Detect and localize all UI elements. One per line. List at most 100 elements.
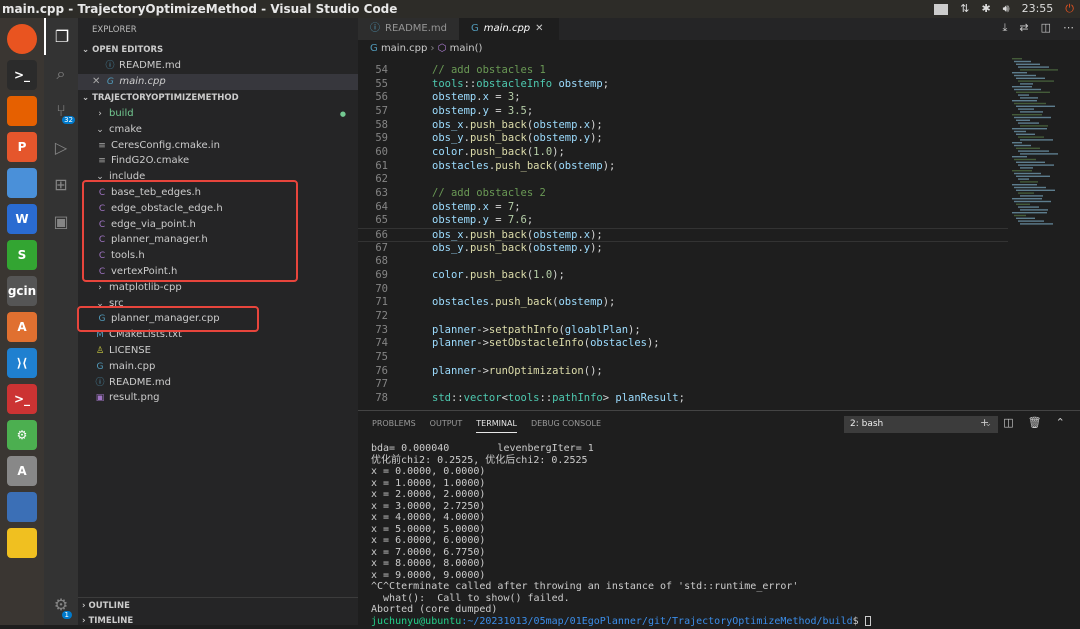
keyboard-icon[interactable]: [934, 3, 949, 15]
file-label: build: [109, 108, 134, 119]
minimap-line: [1018, 206, 1039, 208]
outline-section[interactable]: › OUTLINE: [78, 597, 358, 613]
code-token: ->: [476, 337, 489, 350]
activity-bar: ❐ ⌕ ⑂ 32 ▷ ⊞ ▣ ⚙ 1: [44, 18, 78, 625]
vscode-icon[interactable]: ⟩⟨: [7, 348, 37, 378]
tree-item-build[interactable]: › build ●: [78, 106, 358, 122]
volume-icon[interactable]: 🔊︎: [1003, 0, 1010, 18]
split-editor-icon[interactable]: ◫: [1041, 21, 1051, 35]
more-actions-icon[interactable]: ⋯: [1063, 21, 1074, 35]
line-number: 71: [375, 296, 388, 309]
maximize-panel-icon[interactable]: ⌃: [1056, 416, 1065, 429]
tab-problems[interactable]: PROBLEMS: [372, 419, 416, 437]
settings-icon[interactable]: ⚙: [7, 420, 37, 450]
close-icon[interactable]: ✕: [92, 76, 100, 87]
gcin-icon[interactable]: gcin: [7, 276, 37, 306]
tree-item-matplotlib-cpp[interactable]: › matplotlib-cpp: [78, 280, 358, 296]
open-editors-section[interactable]: ⌄ OPEN EDITORS: [78, 42, 358, 58]
editor-actions: ⤓ ⇄ ◫ ⋯: [1003, 21, 1075, 35]
minimap-line: [1018, 94, 1029, 96]
function-icon: ⬡: [437, 43, 447, 54]
code-line: 59 obs_y.push_back(obstemp.y);: [358, 132, 1008, 146]
tree-item-findg2o-cmake[interactable]: ≡ FindG2O.cmake: [78, 153, 358, 169]
tab-output[interactable]: OUTPUT: [430, 419, 463, 437]
tab-label: README.md: [385, 23, 448, 34]
debug-icon[interactable]: ▷: [44, 129, 78, 166]
power-icon[interactable]: ⏻: [1065, 0, 1074, 18]
code-token: obstemp: [558, 296, 603, 309]
tree-item-main-cpp[interactable]: Gmain.cpp: [78, 359, 358, 375]
cpp-file-icon: G: [106, 77, 114, 87]
file-label: result.png: [109, 392, 160, 404]
tree-item-result-png[interactable]: ▣ result.png: [78, 390, 358, 406]
tab-readme[interactable]: ⓘ README.md: [358, 18, 460, 40]
terminal-icon[interactable]: >_: [7, 60, 37, 90]
minimap-line: [1014, 200, 1051, 203]
tree-item-license[interactable]: ♙ LICENSE: [78, 343, 358, 359]
tree-item-readme-md[interactable]: ⓘ README.md: [78, 375, 358, 391]
terminal2-icon[interactable]: >_: [7, 384, 37, 414]
open-editor-readme[interactable]: ⓘ README.md: [78, 58, 358, 74]
minimap-line: [1014, 88, 1041, 91]
impress-icon[interactable]: P: [7, 132, 37, 162]
file-icon: ▣: [95, 393, 105, 404]
split-terminal-icon[interactable]: ◫: [1003, 416, 1013, 429]
compare-changes-icon[interactable]: ⇄: [1019, 21, 1028, 35]
breadcrumb-file[interactable]: main.cpp: [381, 43, 427, 54]
close-tab-icon[interactable]: ✕: [535, 18, 543, 40]
terminal-line: 优化前chi2: 0.2525, 优化后chi2: 0.2525: [371, 454, 588, 466]
line-source: obstacles.push_back(obstemp);: [432, 296, 615, 310]
info-icon: ⓘ: [105, 61, 115, 71]
file-label: FindG2O.cmake: [111, 155, 190, 167]
line-source: obs_y.push_back(obstemp.y);: [432, 242, 603, 256]
project-section[interactable]: ⌄ TRAJECTORYOPTIMIZEMETHOD: [78, 90, 358, 106]
minimap-line: [1016, 161, 1045, 163]
clock[interactable]: 23:55: [1022, 0, 1054, 18]
new-terminal-icon[interactable]: +: [980, 416, 989, 429]
extensions-icon[interactable]: ⊞: [44, 166, 78, 203]
file-icon: ♙: [95, 346, 105, 356]
terminal-select[interactable]: 2: bash ⌄: [844, 416, 998, 433]
stack-icon[interactable]: [7, 492, 37, 522]
minimap-line: [1014, 172, 1041, 175]
ubuntu-icon[interactable]: [7, 24, 37, 54]
tab-debug-console[interactable]: DEBUG CONSOLE: [531, 419, 601, 437]
code-token: ::: [539, 392, 553, 405]
calc-icon[interactable]: S: [7, 240, 37, 270]
tree-item-cmake[interactable]: ⌄ cmake: [78, 122, 358, 138]
minimap-line: [1012, 170, 1032, 172]
settings-icon[interactable]: ⚙ 1: [44, 586, 78, 623]
breadcrumb-symbol[interactable]: main(): [450, 43, 483, 54]
source-control-icon[interactable]: ⑂ 32: [44, 92, 78, 129]
code-token: =: [488, 105, 508, 117]
line-number: 54: [375, 64, 388, 76]
files-icon[interactable]: [7, 168, 37, 198]
timeline-section[interactable]: › TIMELINE: [78, 613, 358, 629]
tab-terminal[interactable]: TERMINAL: [476, 419, 517, 433]
writer-icon[interactable]: W: [7, 204, 37, 234]
remote-explorer-icon[interactable]: ▣: [44, 203, 78, 240]
code-token: 1.0: [533, 146, 553, 159]
bluetooth-icon[interactable]: ✱: [981, 0, 990, 18]
minimap[interactable]: [1008, 58, 1080, 238]
tree-item-ceresconfig-cmake-in[interactable]: ≡ CeresConfig.cmake.in: [78, 138, 358, 154]
trash-icon[interactable]: 🗑︎: [1028, 416, 1042, 429]
open-editor-main[interactable]: ✕ Gmain.cpp: [78, 74, 358, 90]
updater-icon[interactable]: A: [7, 456, 37, 486]
minimap-line: [1012, 198, 1042, 200]
code-token: push_back: [469, 118, 527, 131]
search-icon[interactable]: ⌕: [44, 55, 78, 92]
save-download-icon[interactable]: ⤓: [1003, 21, 1008, 35]
explorer-icon[interactable]: ❐: [44, 18, 78, 55]
terminal-output[interactable]: bda= 0.000040 levenbergIter= 1 优化前chi2: 0…: [371, 443, 871, 627]
pencil-icon[interactable]: [7, 528, 37, 558]
line-source: planner->setpathInfo(gloablPlan);: [432, 324, 641, 338]
firefox-icon[interactable]: [7, 96, 37, 126]
software-icon[interactable]: A: [7, 312, 37, 342]
terminal-prompt[interactable]: juchunyu@ubuntu:~/20231013/05map/01EgoPl…: [371, 615, 871, 628]
code-token: >: [602, 392, 616, 405]
network-icon[interactable]: ⇅: [960, 0, 969, 18]
breadcrumb: G main.cpp › ⬡ main(): [358, 40, 1080, 58]
tab-main-cpp[interactable]: Gmain.cpp ✕: [459, 18, 560, 40]
code-token: obstemp: [533, 118, 578, 131]
